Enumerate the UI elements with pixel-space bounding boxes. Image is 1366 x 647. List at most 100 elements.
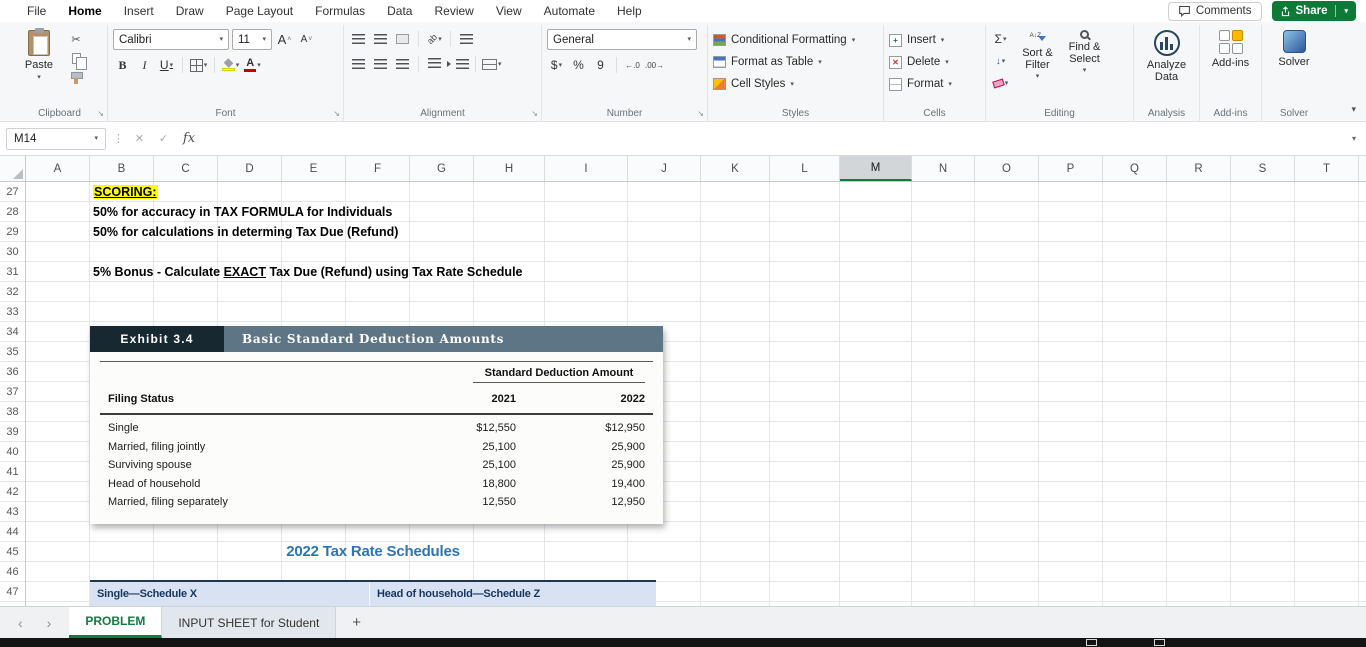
paste-dropdown-icon[interactable]: ▾ — [37, 74, 41, 81]
menu-formulas[interactable]: Formulas — [304, 0, 376, 22]
delete-cells-button[interactable]: ✕ Delete▾ — [889, 51, 980, 73]
next-sheet-icon[interactable]: › — [47, 615, 52, 631]
align-left-button[interactable] — [349, 54, 368, 74]
column-header-H[interactable]: H — [474, 156, 545, 181]
align-top-button[interactable] — [349, 29, 368, 49]
font-size-select[interactable]: 11 ▾ — [232, 29, 272, 50]
column-header-G[interactable]: G — [410, 156, 474, 181]
row-header-35[interactable]: 35 — [0, 342, 25, 362]
row-header-33[interactable]: 33 — [0, 302, 25, 322]
clipboard-dialog-launcher[interactable]: ↘ — [97, 109, 104, 118]
addins-button[interactable]: Add-ins — [1209, 27, 1253, 106]
cell-b28[interactable]: 50% for accuracy in TAX FORMULA for Indi… — [93, 202, 392, 222]
format-cells-button[interactable]: Format▾ — [889, 73, 980, 95]
number-format-select[interactable]: General ▾ — [547, 29, 697, 50]
add-sheet-icon[interactable]: + — [336, 607, 377, 638]
row-header-41[interactable]: 41 — [0, 462, 25, 482]
column-header-B[interactable]: B — [90, 156, 154, 181]
grid-body[interactable]: SCORING: 50% for accuracy in TAX FORMULA… — [26, 182, 1366, 606]
row-header-29[interactable]: 29 — [0, 222, 25, 242]
share-dropdown-icon[interactable]: ▾ — [1344, 8, 1348, 15]
conditional-formatting-button[interactable]: Conditional Formatting▾ — [713, 29, 878, 51]
number-dialog-launcher[interactable]: ↘ — [697, 109, 704, 118]
percent-style-button[interactable]: % — [569, 55, 588, 75]
fill-color-button[interactable]: ▾ — [221, 55, 240, 75]
row-header-36[interactable]: 36 — [0, 362, 25, 382]
font-dialog-launcher[interactable]: ↘ — [333, 109, 340, 118]
menu-automate[interactable]: Automate — [533, 0, 606, 22]
row-header-38[interactable]: 38 — [0, 402, 25, 422]
menu-review[interactable]: Review — [423, 0, 484, 22]
column-header-A[interactable]: A — [26, 156, 90, 181]
increase-font-size-button[interactable]: A˄ — [275, 30, 294, 50]
formula-input[interactable] — [206, 128, 1341, 150]
row-header-42[interactable]: 42 — [0, 482, 25, 502]
collapse-ribbon-icon[interactable]: ▾ — [1351, 104, 1356, 115]
menu-view[interactable]: View — [485, 0, 533, 22]
row-header-45[interactable]: 45 — [0, 542, 25, 562]
analyze-data-button[interactable]: Analyze Data — [1139, 27, 1194, 106]
fill-button[interactable]: ↓▾ — [991, 51, 1010, 71]
align-bottom-button[interactable] — [393, 29, 412, 49]
sheet-tab-problem[interactable]: PROBLEM — [69, 607, 162, 638]
row-header-27[interactable]: 27 — [0, 182, 25, 202]
comments-button[interactable]: Comments — [1168, 2, 1262, 21]
borders-button[interactable]: ▾ — [189, 55, 208, 75]
share-button[interactable]: Share ▾ — [1272, 1, 1356, 21]
column-header-J[interactable]: J — [628, 156, 701, 181]
solver-button[interactable]: Solver — [1272, 27, 1316, 106]
orientation-button[interactable]: ▾ — [425, 29, 444, 49]
decrease-decimal-button[interactable]: .00→ — [645, 55, 664, 75]
menu-draw[interactable]: Draw — [165, 0, 215, 22]
row-header-44[interactable]: 44 — [0, 522, 25, 542]
menu-home[interactable]: Home — [57, 0, 112, 22]
copy-icon[interactable] — [68, 51, 84, 65]
align-middle-button[interactable] — [371, 29, 390, 49]
sort-filter-button[interactable]: Sort & Filter▾ — [1014, 27, 1061, 106]
cell-styles-button[interactable]: Cell Styles▾ — [713, 73, 878, 95]
row-header-37[interactable]: 37 — [0, 382, 25, 402]
insert-cells-button[interactable]: + Insert▾ — [889, 29, 980, 51]
menu-page-layout[interactable]: Page Layout — [215, 0, 304, 22]
menu-help[interactable]: Help — [606, 0, 653, 22]
cell-b29[interactable]: 50% for calculations in determing Tax Du… — [93, 222, 398, 242]
row-header-31[interactable]: 31 — [0, 262, 25, 282]
decrease-font-size-button[interactable]: A˅ — [297, 30, 316, 50]
insert-function-icon[interactable]: fx — [179, 131, 199, 146]
increase-indent-button[interactable] — [447, 54, 469, 74]
column-header-T[interactable]: T — [1295, 156, 1359, 181]
column-header-R[interactable]: R — [1167, 156, 1231, 181]
align-right-button[interactable] — [393, 54, 412, 74]
column-header-K[interactable]: K — [701, 156, 770, 181]
format-painter-icon[interactable] — [68, 70, 84, 84]
row-header-43[interactable]: 43 — [0, 502, 25, 522]
row-header-28[interactable]: 28 — [0, 202, 25, 222]
row-header-39[interactable]: 39 — [0, 422, 25, 442]
column-header-S[interactable]: S — [1231, 156, 1295, 181]
cancel-icon[interactable]: ✕ — [131, 132, 148, 145]
column-header-D[interactable]: D — [218, 156, 282, 181]
clear-button[interactable]: ▾ — [991, 73, 1010, 93]
bold-button[interactable]: B — [113, 55, 132, 75]
column-header-E[interactable]: E — [282, 156, 346, 181]
align-center-button[interactable] — [371, 54, 390, 74]
menu-file[interactable]: File — [16, 0, 57, 22]
row-header-30[interactable]: 30 — [0, 242, 25, 262]
comma-style-button[interactable]: 9 — [591, 55, 610, 75]
column-header-O[interactable]: O — [975, 156, 1039, 181]
row-header-47[interactable]: 47 — [0, 582, 25, 602]
accounting-format-button[interactable]: $▾ — [547, 55, 566, 75]
alignment-dialog-launcher[interactable]: ↘ — [531, 109, 538, 118]
paste-button[interactable]: Paste ▾ — [17, 27, 61, 106]
merge-center-button[interactable]: ▾ — [482, 54, 502, 74]
column-header-L[interactable]: L — [770, 156, 840, 181]
find-select-button[interactable]: Find & Select▾ — [1061, 27, 1108, 106]
autosum-button[interactable]: Σ▾ — [991, 29, 1010, 49]
prev-sheet-icon[interactable]: ‹ — [18, 615, 23, 631]
increase-decimal-button[interactable]: ←.0 — [623, 55, 642, 75]
cut-icon[interactable]: ✂ — [68, 32, 84, 46]
row-header-34[interactable]: 34 — [0, 322, 25, 342]
column-header-C[interactable]: C — [154, 156, 218, 181]
enter-icon[interactable]: ✓ — [155, 132, 172, 145]
row-header-40[interactable]: 40 — [0, 442, 25, 462]
